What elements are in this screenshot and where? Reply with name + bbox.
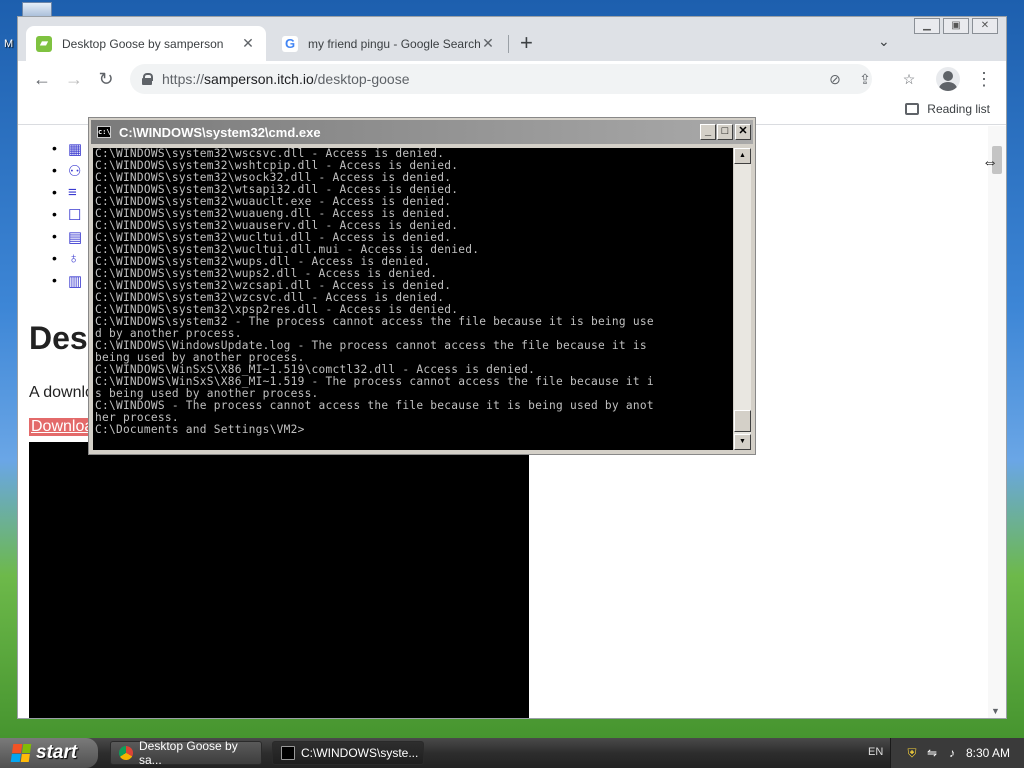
tab-google-search[interactable]: G my friend pingu - Google Search ✕ [272,26,506,61]
address-bar[interactable]: https://samperson.itch.io/desktop-goose … [130,64,872,94]
reload-button[interactable]: ↻ [94,67,118,91]
url-text: https://samperson.itch.io/desktop-goose [162,71,410,87]
tab-divider [508,35,509,53]
page-description: A downlo [29,384,94,401]
language-indicator[interactable]: EN [868,746,883,758]
itch-icon: ▰ [36,35,52,52]
console-line: C:\WINDOWS - The process cannot access t… [95,399,654,412]
tab-desktop-goose[interactable]: ▰ Desktop Goose by samperson ✕ [26,26,266,61]
cmd-close-button[interactable]: ✕ [735,124,751,140]
console-output[interactable]: C:\WINDOWS\system32\wscsvc.dll - Access … [93,148,733,450]
tab-title: my friend pingu - Google Search [308,36,480,51]
add-user-icon: ⚇ [68,163,82,180]
taskbar-item-chrome[interactable]: Desktop Goose by sa... [110,739,262,767]
list-item[interactable]: ▥ [48,272,86,294]
tab-search-chevron-icon[interactable]: ⌄ [878,33,890,50]
cmd-title-text: C:\WINDOWS\system32\cmd.exe [119,124,321,140]
cmd-minimize-button[interactable]: _ [700,124,716,140]
page-scrollbar[interactable]: ▼ [988,126,1006,718]
media-embed[interactable] [29,442,529,718]
back-button[interactable]: ← [30,67,54,91]
windows-logo-icon [10,744,32,762]
bookmark-star-icon[interactable]: ☆ [900,70,918,88]
taskbar-item-cmd[interactable]: C:\WINDOWS\syste... [272,741,424,765]
list-item[interactable]: ⚇ [48,162,86,184]
resize-cursor-icon: ⇔ [982,154,998,171]
add-to-list-icon: ≡ [68,184,77,201]
reading-list-button[interactable]: Reading list [905,102,990,116]
network-icon[interactable]: ⇋ [925,746,939,760]
download-link[interactable]: Downloa [29,418,96,436]
scroll-down-icon[interactable]: ▼ [734,434,751,450]
list-item[interactable]: ≡ [48,184,86,206]
cmd-scrollbar-thumb[interactable] [734,410,751,432]
menu-dots-icon[interactable]: ⋮ [974,67,994,91]
system-tray: ⛨ ⇋ ♪ 8:30 AM [890,738,1024,768]
security-shield-icon[interactable]: ⛨ [905,746,919,760]
chrome-icon [119,746,133,760]
volume-icon[interactable]: ♪ [945,746,959,760]
tab-strip: ▰ Desktop Goose by samperson ✕ G my frie… [18,17,1006,61]
eye-off-icon[interactable]: ⊘ [826,70,844,88]
nav-icon-list: ▦ ⚇ ≡ ☐ ▤ ♁ ▥ [48,140,86,294]
clock[interactable]: 8:30 AM [966,746,1010,760]
minimize-button[interactable]: ▁ [914,18,940,34]
lock-icon[interactable] [142,73,153,85]
store-icon: ▦ [68,141,83,158]
profile-avatar[interactable] [936,67,960,91]
list-item[interactable]: ♁ [48,250,86,272]
award-icon: ♁ [68,250,80,267]
close-tab-icon[interactable]: ✕ [480,35,496,52]
reading-list-icon [905,103,920,115]
start-button[interactable]: start [0,738,98,768]
cmd-icon [281,746,295,760]
list-item[interactable]: ▤ [48,228,86,250]
forward-button[interactable]: → [62,67,86,91]
cmd-titlebar[interactable]: c:\ C:\WINDOWS\system32\cmd.exe _ □ ✕ [91,120,753,144]
article-icon: ▤ [68,229,83,246]
tab-title: Desktop Goose by samperson [62,36,224,51]
cmd-window-icon: c:\ [97,126,111,138]
close-window-button[interactable]: ✕ [972,18,998,34]
share-icon[interactable]: ⇪ [856,70,874,88]
map-icon: ▥ [68,273,83,290]
google-icon: G [282,35,298,52]
chat-icon: ☐ [68,207,82,224]
page-title: Des [29,320,88,356]
console-line: C:\Documents and Settings\VM2> [95,423,305,436]
close-tab-icon[interactable]: ✕ [240,35,256,52]
list-item[interactable]: ☐ [48,206,86,228]
restore-button[interactable]: ▣ [943,18,969,34]
scroll-up-icon[interactable]: ▲ [734,148,751,164]
taskbar: start Desktop Goose by sa... C:\WINDOWS\… [0,738,1024,768]
list-item[interactable]: ▦ [48,140,86,162]
cmd-scrollbar[interactable]: ▲ ▼ [734,148,751,450]
scroll-down-icon[interactable]: ▼ [991,706,1000,716]
new-tab-button[interactable]: + [520,31,533,55]
browser-toolbar: ← → ↻ https://samperson.itch.io/desktop-… [18,61,1006,97]
cmd-maximize-button[interactable]: □ [717,124,733,140]
cmd-window: c:\ C:\WINDOWS\system32\cmd.exe _ □ ✕ C:… [88,117,756,455]
desktop-icon-label: M [4,38,14,50]
